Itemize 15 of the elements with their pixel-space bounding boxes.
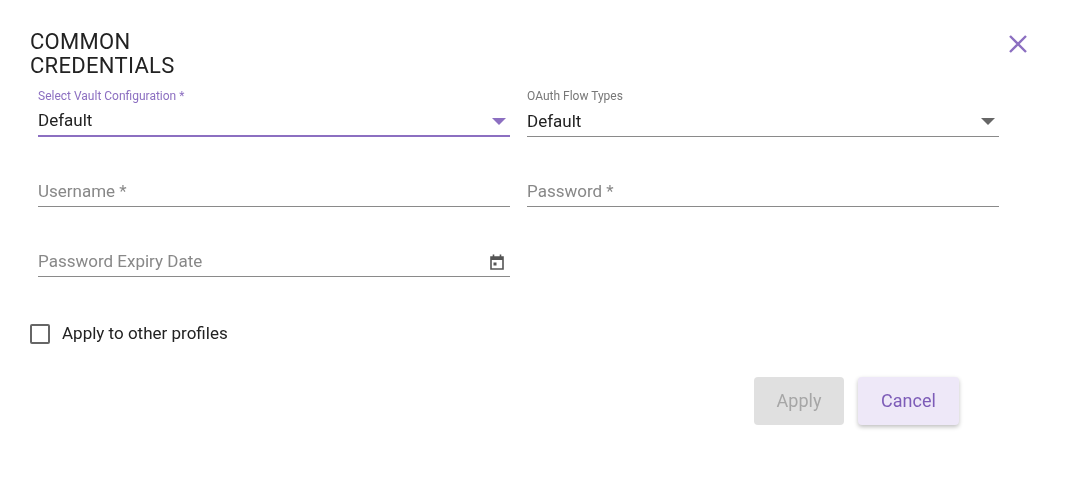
dialog-button[interactable]: Cancel [858, 376, 959, 425]
dialog-title: COMMON CREDENTIALS [30, 30, 175, 78]
caret-icon [981, 118, 995, 125]
dropdown-field[interactable]: Default [38, 107, 510, 137]
field-label: Select Vault Configuration * [38, 89, 186, 103]
caret-icon [492, 117, 506, 125]
input-field[interactable]: Username * [38, 178, 510, 205]
field-label: OAuth Flow Types [527, 89, 624, 103]
checkbox-label: Apply to other profiles [62, 322, 228, 345]
input-field[interactable]: Password * [527, 178, 999, 205]
close-button[interactable] [1008, 34, 1028, 54]
dropdown-field[interactable]: Default [527, 107, 999, 137]
checkbox[interactable] [30, 323, 50, 344]
input-field[interactable]: Password Expiry Date [38, 248, 490, 275]
calendar-icon[interactable] [490, 253, 504, 270]
